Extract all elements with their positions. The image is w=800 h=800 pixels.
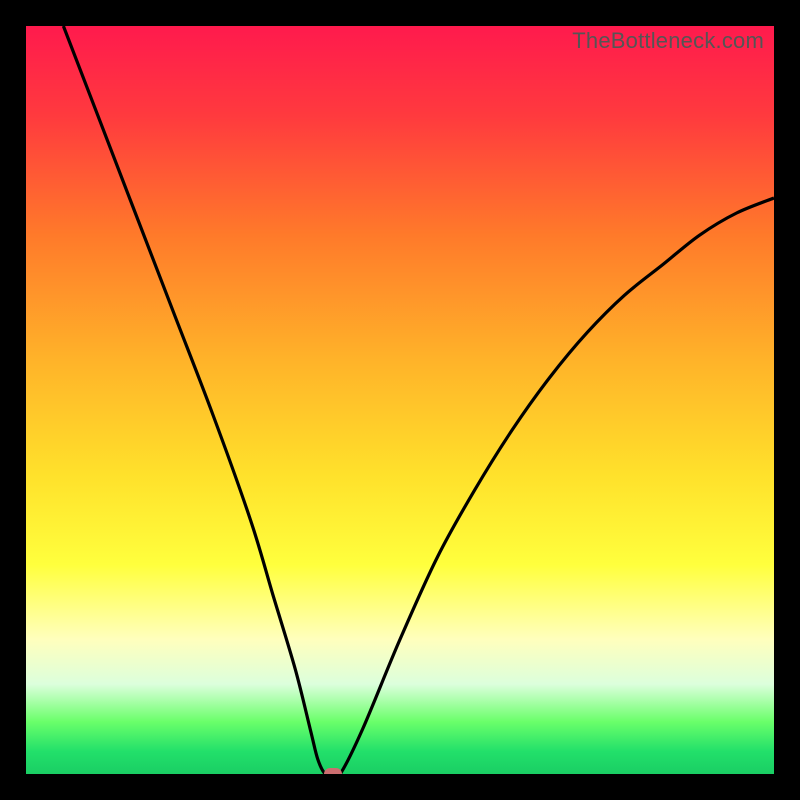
outer-frame: TheBottleneck.com: [0, 0, 800, 800]
bottleneck-curve: [26, 26, 774, 774]
min-marker: [324, 768, 342, 774]
plot-area: TheBottleneck.com: [26, 26, 774, 774]
curve-path: [63, 26, 774, 774]
